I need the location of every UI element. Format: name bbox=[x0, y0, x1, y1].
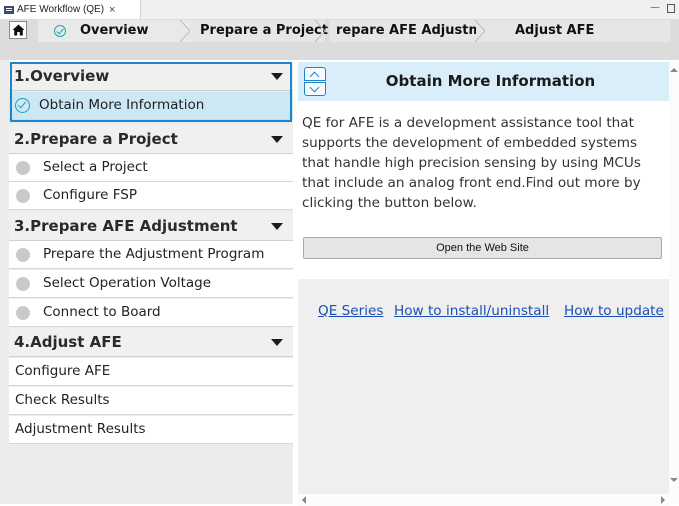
link-qe-series[interactable]: QE Series bbox=[318, 303, 383, 319]
content-panel: Obtain More Information QE for AFE is a … bbox=[298, 62, 669, 506]
nav-section-adjust-afe[interactable]: 4.Adjust AFE bbox=[9, 328, 293, 357]
nav-section-label: 1.Overview bbox=[14, 67, 110, 85]
nav-section-prepare-project[interactable]: 2.Prepare a Project bbox=[9, 125, 293, 154]
scroll-up-icon[interactable] bbox=[670, 68, 678, 72]
status-dot-icon bbox=[16, 306, 30, 320]
nav-item-select-project[interactable]: Select a Project bbox=[9, 154, 293, 182]
minimize-icon[interactable]: — bbox=[650, 2, 660, 13]
view-tab-bar: AFE Workflow (QE) × — bbox=[0, 0, 679, 20]
nav-section-label: 2.Prepare a Project bbox=[14, 130, 178, 148]
nav-section-label: 4.Adjust AFE bbox=[14, 333, 122, 351]
status-dot-icon bbox=[16, 248, 30, 262]
scroll-right-icon[interactable] bbox=[661, 496, 665, 504]
vertical-scrollbar[interactable] bbox=[669, 62, 679, 504]
breadcrumb-adjust-afe[interactable]: Adjust AFE bbox=[485, 20, 670, 42]
scroll-left-icon[interactable] bbox=[302, 496, 306, 504]
breadcrumb-label: Adjust AFE bbox=[515, 23, 595, 38]
open-web-site-button[interactable]: Open the Web Site bbox=[303, 237, 662, 259]
caret-down-icon bbox=[271, 339, 283, 346]
nav-section-prepare-afe-adjustment[interactable]: 3.Prepare AFE Adjustment bbox=[9, 212, 293, 241]
nav-item-label: Select a Project bbox=[43, 159, 148, 175]
nav-item-label: Configure AFE bbox=[15, 363, 111, 379]
nav-item-check-results[interactable]: Check Results bbox=[9, 387, 293, 415]
breadcrumb-prepare-project[interactable]: Prepare a Project bbox=[190, 20, 328, 42]
nav-item-connect-to-board[interactable]: Connect to Board bbox=[9, 299, 293, 327]
home-button[interactable] bbox=[9, 21, 27, 39]
breadcrumb-label: repare AFE Adjustm bbox=[336, 23, 476, 38]
status-dot-icon bbox=[16, 161, 30, 175]
nav-section-label: 3.Prepare AFE Adjustment bbox=[14, 217, 238, 235]
check-circle-icon bbox=[54, 25, 66, 37]
status-dot-icon bbox=[16, 277, 30, 291]
status-dot-icon bbox=[16, 189, 30, 203]
nav-item-adjustment-results[interactable]: Adjustment Results bbox=[9, 416, 293, 444]
links-area: QE Series How to install/uninstall How t… bbox=[298, 279, 669, 495]
breadcrumb-prepare-afe-adjustment[interactable]: repare AFE Adjustm bbox=[330, 20, 486, 42]
nav-item-configure-afe[interactable]: Configure AFE bbox=[9, 358, 293, 386]
left-gutter bbox=[0, 60, 9, 504]
link-how-to-update[interactable]: How to update bbox=[564, 303, 664, 319]
nav-item-label: Check Results bbox=[15, 392, 110, 408]
close-icon[interactable]: × bbox=[109, 4, 115, 16]
nav-item-select-operation-voltage[interactable]: Select Operation Voltage bbox=[9, 270, 293, 298]
home-icon bbox=[12, 24, 24, 36]
breadcrumb-overview[interactable]: Overview bbox=[38, 20, 191, 42]
description-text: QE for AFE is a development assistance t… bbox=[302, 115, 641, 211]
check-circle-icon bbox=[15, 98, 30, 113]
workflow-view-icon bbox=[4, 5, 14, 14]
nav-section-overview[interactable]: 1.Overview bbox=[9, 62, 293, 91]
caret-down-icon bbox=[271, 73, 283, 80]
nav-item-prepare-adjustment-program[interactable]: Prepare the Adjustment Program bbox=[9, 241, 293, 269]
nav-item-obtain-more-information[interactable]: Obtain More Information bbox=[9, 92, 293, 120]
nav-item-label: Select Operation Voltage bbox=[43, 275, 212, 291]
view-tab-title: AFE Workflow (QE) bbox=[17, 4, 105, 15]
chevron-right-icon bbox=[314, 20, 326, 42]
horizontal-scrollbar[interactable] bbox=[298, 494, 669, 506]
view-tab-afe-workflow[interactable]: AFE Workflow (QE) × bbox=[0, 0, 141, 19]
content-header: Obtain More Information bbox=[298, 62, 669, 101]
workflow-navigation-panel: 1.Overview Obtain More Information 2.Pre… bbox=[9, 62, 293, 504]
breadcrumb-label: Overview bbox=[80, 23, 149, 38]
scroll-down-icon[interactable] bbox=[670, 478, 678, 482]
nav-item-label: Connect to Board bbox=[43, 304, 161, 320]
nav-item-configure-fsp[interactable]: Configure FSP bbox=[9, 182, 293, 210]
caret-down-icon bbox=[271, 136, 283, 143]
nav-item-label: Adjustment Results bbox=[15, 421, 146, 437]
breadcrumb-label: Prepare a Project bbox=[200, 23, 328, 38]
nav-item-label: Obtain More Information bbox=[39, 97, 205, 113]
link-how-to-install-uninstall[interactable]: How to install/uninstall bbox=[394, 303, 549, 319]
caret-down-icon bbox=[271, 223, 283, 230]
nav-item-label: Configure FSP bbox=[43, 187, 137, 203]
page-title: Obtain More Information bbox=[385, 72, 596, 90]
maximize-icon[interactable] bbox=[667, 4, 675, 13]
nav-item-label: Prepare the Adjustment Program bbox=[43, 246, 265, 262]
